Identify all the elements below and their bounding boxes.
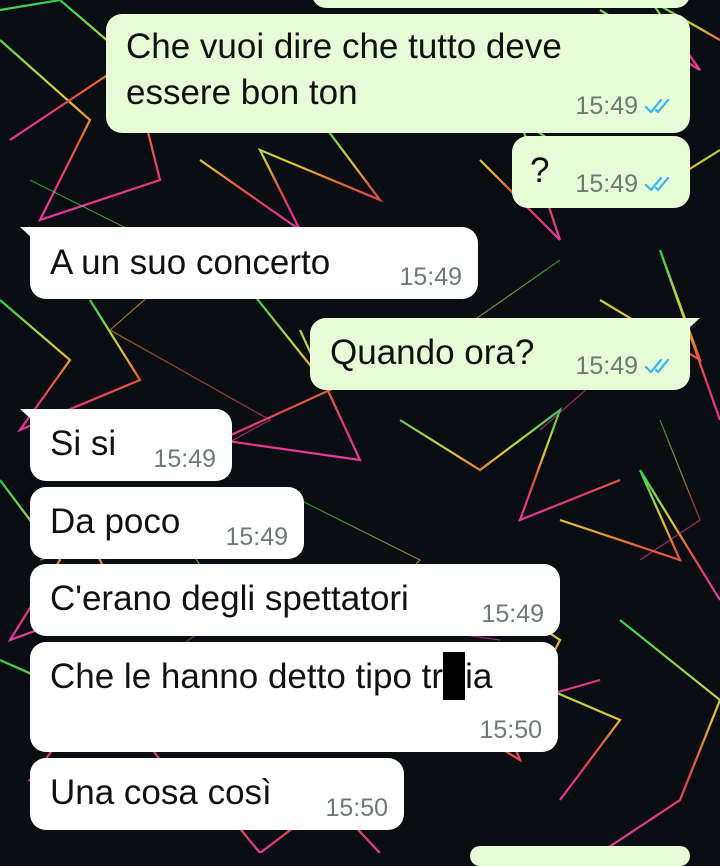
message-time: 15:49 <box>153 445 216 473</box>
message-text: Da poco <box>50 502 181 541</box>
message-text-line1: Che vuoi dire che tutto deve <box>126 27 562 66</box>
message-meta: 15:49 <box>153 445 216 473</box>
read-double-tick-icon <box>644 98 670 114</box>
message-text: Che le hanno detto tipo tr ia <box>50 652 492 700</box>
message-text-part: Che le hanno detto tipo tr <box>50 657 444 696</box>
read-double-tick-icon <box>644 358 670 374</box>
message-bubble-received[interactable]: Una cosa così 15:50 <box>30 758 404 830</box>
read-double-tick-icon <box>644 176 670 192</box>
message-bubble-sent[interactable]: Quando ora? 15:49 <box>310 318 700 390</box>
message-time: 15:49 <box>225 523 288 551</box>
message-text-part: ia <box>465 657 493 696</box>
message-text: ? <box>530 151 550 190</box>
message-bubble-received[interactable]: Che le hanno detto tipo tr ia 15:50 <box>30 642 558 752</box>
message-time: 15:49 <box>399 263 462 291</box>
message-time: 15:49 <box>575 352 638 380</box>
message-text: A un suo concerto <box>50 243 331 282</box>
message-meta: 15:49 <box>575 92 674 120</box>
message-meta: 15:49 <box>481 600 544 628</box>
message-text: C'erano degli spettatori <box>50 579 409 618</box>
message-bubble-sent[interactable]: ? 15:49 <box>512 136 690 208</box>
message-meta: 15:50 <box>479 716 542 744</box>
message-meta: 15:50 <box>325 794 388 822</box>
bubble-tail <box>20 227 42 247</box>
message-bubble-partial-top[interactable] <box>312 0 690 8</box>
message-time: 15:50 <box>479 716 542 744</box>
message-bubble-received[interactable]: Si si 15:49 <box>20 409 232 481</box>
message-time: 15:49 <box>575 170 638 198</box>
message-text: Si si <box>50 424 117 463</box>
message-meta: 15:49 <box>575 170 674 198</box>
message-bubble-sent[interactable]: Che vuoi dire che tutto deve essere bon … <box>106 14 690 133</box>
message-meta: 15:49 <box>399 263 462 291</box>
message-meta: 15:49 <box>575 352 674 380</box>
message-bubble-received[interactable]: Da poco 15:49 <box>30 487 304 559</box>
message-bubble-received[interactable]: C'erano degli spettatori 15:49 <box>30 564 560 636</box>
message-bubble-received[interactable]: A un suo concerto 15:49 <box>20 227 478 299</box>
message-text: Una cosa così <box>50 773 272 812</box>
bubble-tail <box>678 318 700 338</box>
message-meta: 15:49 <box>225 523 288 551</box>
message-text: Quando ora? <box>330 333 535 372</box>
message-time: 15:49 <box>481 600 544 628</box>
redaction-block <box>443 652 466 700</box>
message-bubble-partial-bottom[interactable] <box>470 846 690 866</box>
message-time: 15:49 <box>575 92 638 120</box>
bubble-tail <box>20 409 42 429</box>
message-time: 15:50 <box>325 794 388 822</box>
message-text-line2: essere bon ton <box>126 73 358 112</box>
